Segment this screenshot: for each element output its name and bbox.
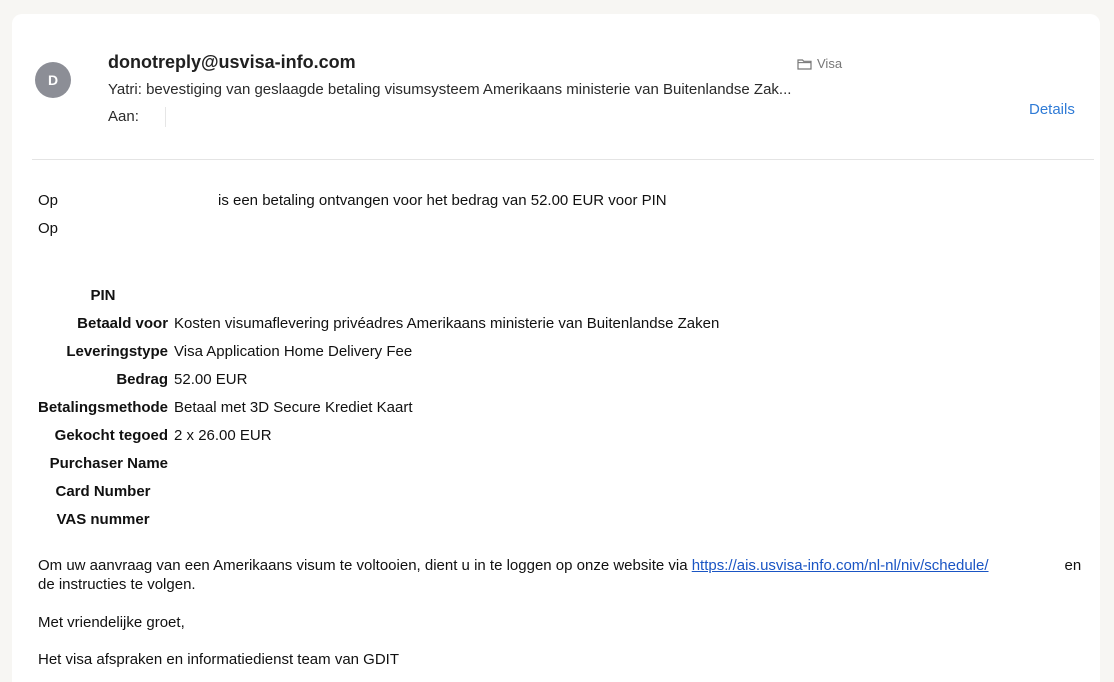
row-label: Purchaser Name bbox=[49, 454, 169, 472]
details-link[interactable]: Details bbox=[1029, 101, 1075, 118]
row-label: Leveringstype bbox=[66, 342, 169, 360]
row-value: 2 x 26.00 EUR bbox=[174, 426, 272, 444]
recipient-field bbox=[165, 107, 166, 127]
schedule-link[interactable]: https://ais.usvisa-info.com/nl-nl/niv/sc… bbox=[692, 557, 989, 574]
payment-intro: Op is een betaling ontvangen voor het be… bbox=[38, 192, 667, 209]
email-view: D donotreply@usvisa-info.com Visa Yatri:… bbox=[12, 14, 1100, 682]
folder-label[interactable]: Visa bbox=[797, 56, 842, 71]
table-row: Betalingsmethode Betaal met 3D Secure Kr… bbox=[38, 393, 719, 421]
recipient-label: Aan: bbox=[108, 108, 139, 125]
table-row: VAS nummer bbox=[38, 505, 719, 533]
table-row: Betaald voor Kosten visumaflevering priv… bbox=[38, 309, 719, 337]
row-value: Kosten visumaflevering privéadres Amerik… bbox=[174, 314, 720, 332]
table-row: Card Number bbox=[38, 477, 719, 505]
payment-details-table: PIN Betaald voor Kosten visumaflevering … bbox=[38, 281, 719, 533]
row-label: Bedrag bbox=[116, 370, 169, 388]
folder-name: Visa bbox=[817, 56, 843, 71]
row-label: Gekocht tegoed bbox=[54, 426, 169, 444]
header-divider bbox=[32, 159, 1094, 160]
email-header: D donotreply@usvisa-info.com Visa Yatri:… bbox=[12, 14, 1100, 164]
table-row: Bedrag 52.00 EUR bbox=[38, 365, 719, 393]
signature: Het visa afspraken en informatiedienst t… bbox=[38, 651, 399, 668]
row-value bbox=[172, 449, 719, 477]
folder-icon bbox=[797, 58, 812, 70]
intro-text: is een betaling ontvangen voor het bedra… bbox=[218, 192, 667, 209]
row-value: Visa Application Home Delivery Fee bbox=[174, 342, 413, 360]
row-value bbox=[172, 281, 719, 309]
row-value: Betaal met 3D Secure Krediet Kaart bbox=[174, 398, 413, 416]
row-value bbox=[172, 477, 719, 505]
table-row: PIN bbox=[38, 281, 719, 309]
table-row: Gekocht tegoed 2 x 26.00 EUR bbox=[38, 421, 719, 449]
intro-prefix: Op bbox=[38, 192, 59, 209]
intro-line-2: Op bbox=[38, 220, 59, 237]
row-value bbox=[172, 505, 719, 533]
table-row: Leveringstype Visa Application Home Deli… bbox=[38, 337, 719, 365]
row-label: Betalingsmethode bbox=[38, 398, 169, 416]
row-label: Betaald voor bbox=[77, 314, 169, 332]
sender-avatar: D bbox=[35, 62, 71, 98]
row-label: PIN bbox=[90, 286, 116, 304]
row-label: VAS nummer bbox=[56, 510, 150, 528]
greeting: Met vriendelijke groet, bbox=[38, 614, 185, 631]
email-subject: Yatri: bevestiging van geslaagde betalin… bbox=[108, 81, 792, 98]
row-label: Card Number bbox=[55, 482, 151, 500]
instruction-text: Om uw aanvraag van een Amerikaans visum … bbox=[38, 557, 692, 574]
table-row: Purchaser Name bbox=[38, 449, 719, 477]
instruction-paragraph: Om uw aanvraag van een Amerikaans visum … bbox=[38, 556, 1098, 594]
row-value: 52.00 EUR bbox=[174, 370, 248, 388]
sender-address[interactable]: donotreply@usvisa-info.com bbox=[108, 52, 356, 73]
